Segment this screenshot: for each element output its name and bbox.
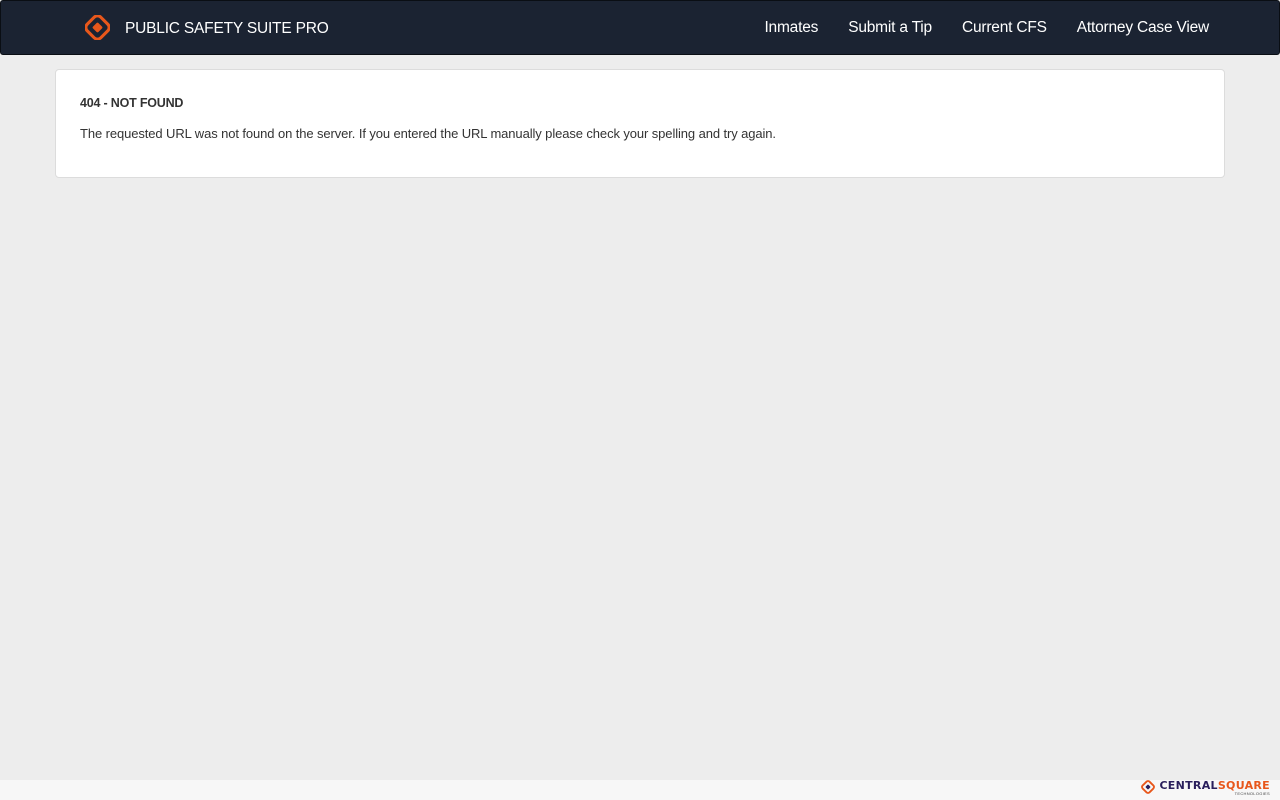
main-nav: Inmates Submit a Tip Current CFS Attorne… <box>734 1 1209 54</box>
nav-link-submit-a-tip[interactable]: Submit a Tip <box>848 19 932 37</box>
nav-link-attorney-case-view[interactable]: Attorney Case View <box>1077 19 1209 37</box>
centralsquare-diamond-icon <box>85 15 110 40</box>
error-panel: 404 - NOT FOUND The requested URL was no… <box>55 69 1225 178</box>
error-message: The requested URL was not found on the s… <box>80 126 776 141</box>
brand-name: PUBLIC SAFETY SUITE PRO <box>125 19 329 37</box>
centralsquare-diamond-icon <box>1141 780 1156 794</box>
footer-company-name: CENTRALSQUARE <box>1159 780 1270 791</box>
nav-link-current-cfs[interactable]: Current CFS <box>962 19 1047 37</box>
brand-home-link[interactable]: PUBLIC SAFETY SUITE PRO <box>85 15 329 40</box>
nav-link-inmates[interactable]: Inmates <box>764 19 818 37</box>
footer-company-name-part1: CENTRAL <box>1159 779 1218 792</box>
top-navbar: PUBLIC SAFETY SUITE PRO Inmates Submit a… <box>0 0 1280 55</box>
footer: CENTRALSQUARE TECHNOLOGIES <box>0 780 1280 800</box>
error-title: 404 - NOT FOUND <box>80 96 184 110</box>
footer-company-logo: CENTRALSQUARE TECHNOLOGIES <box>1141 780 1270 796</box>
footer-company-subtitle: TECHNOLOGIES <box>1234 791 1270 796</box>
footer-company-text: CENTRALSQUARE TECHNOLOGIES <box>1159 780 1270 796</box>
